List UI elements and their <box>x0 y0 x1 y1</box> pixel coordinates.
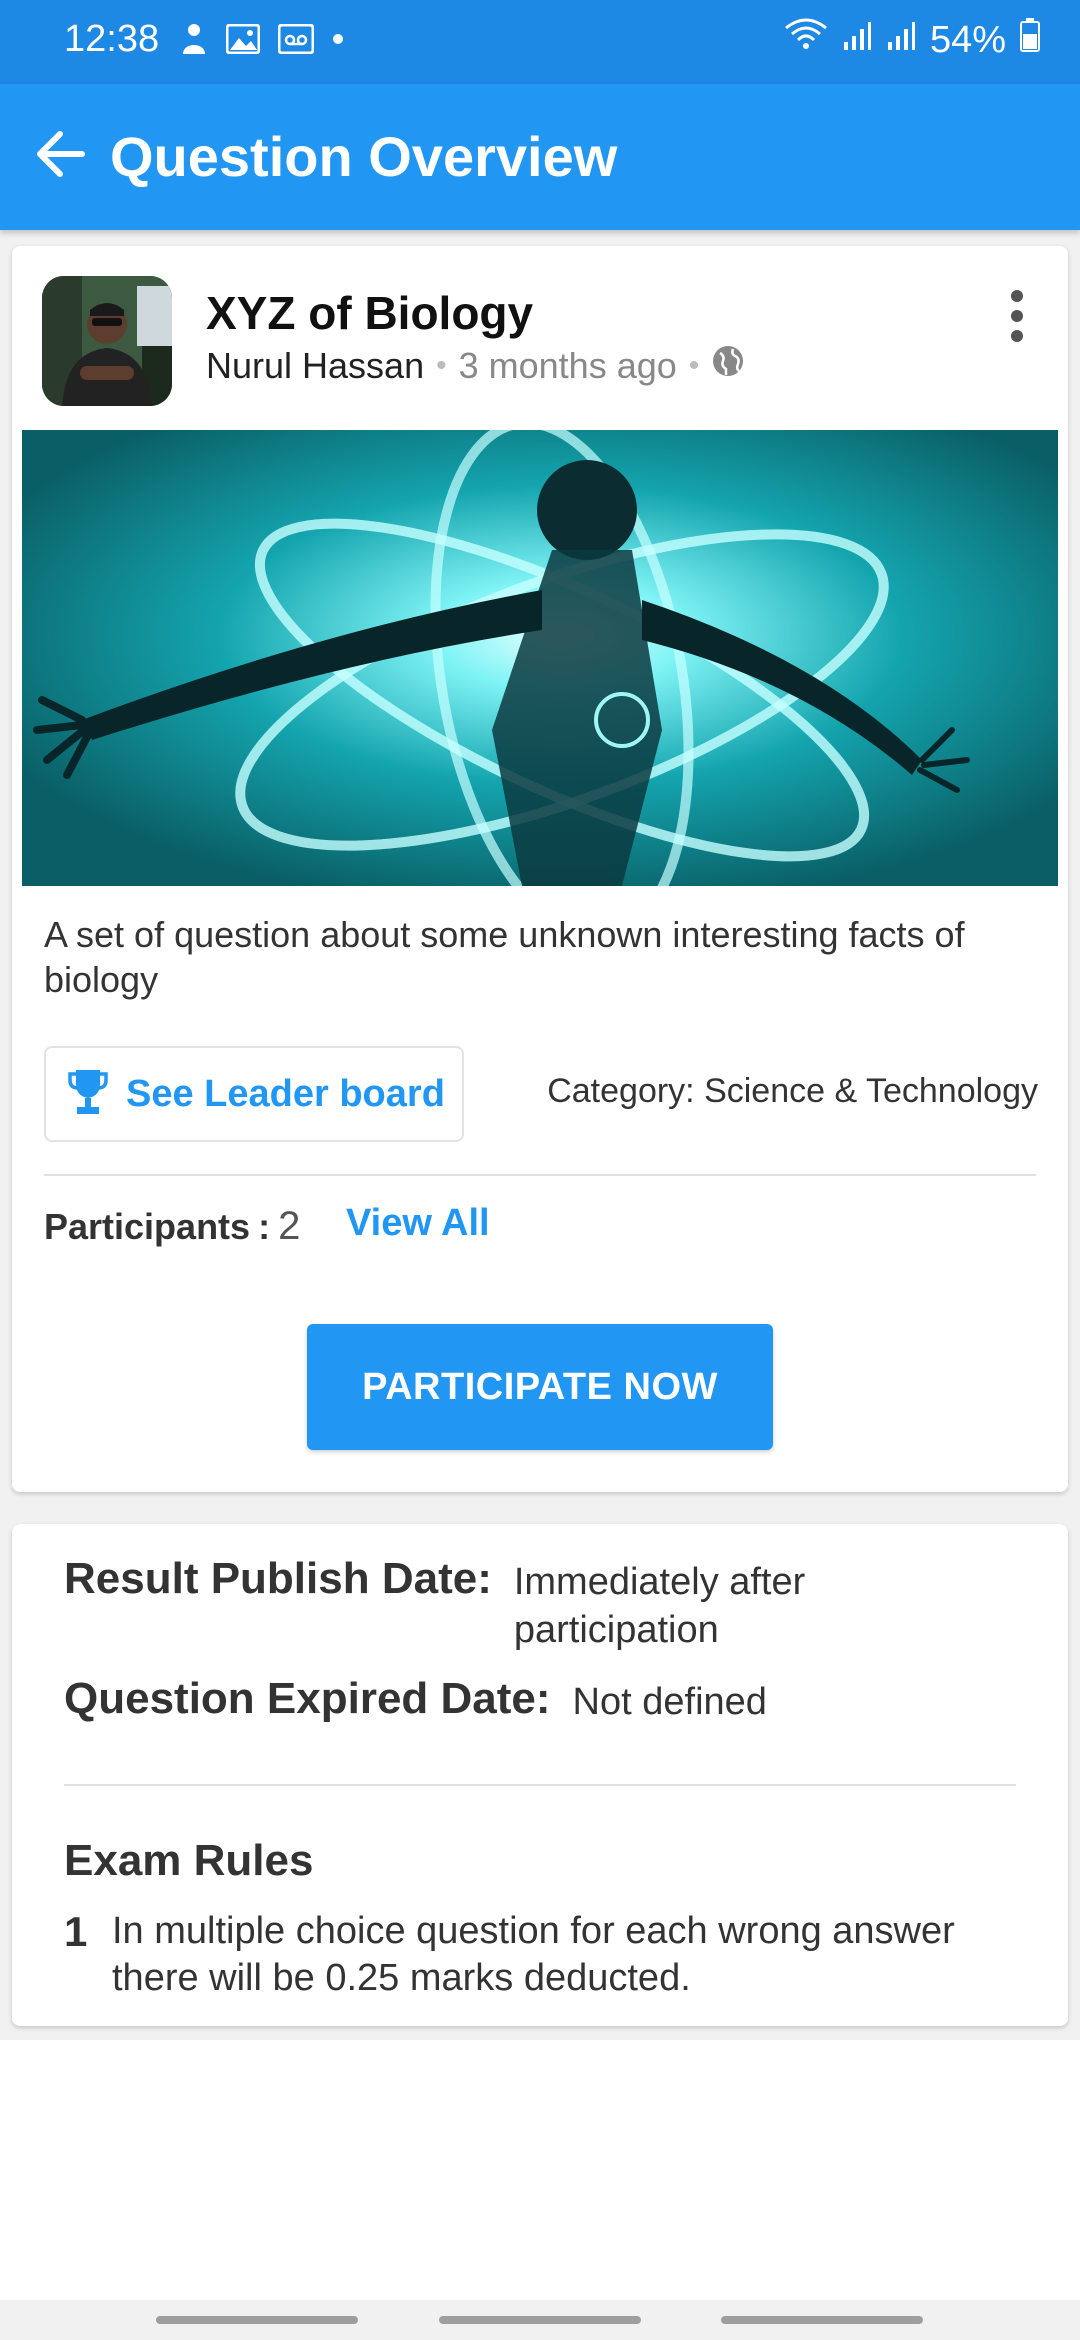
signal-icon <box>886 19 916 62</box>
expired-date-row: Question Expired Date: Not defined <box>64 1674 767 1726</box>
status-bar: 12:38 54% <box>0 0 1080 84</box>
back-button[interactable] <box>24 120 96 192</box>
divider <box>64 1784 1016 1786</box>
person-icon <box>180 22 208 56</box>
view-all-link[interactable]: View All <box>346 1202 490 1245</box>
page-title: Question Overview <box>110 125 618 188</box>
notification-icons <box>180 22 344 56</box>
expired-date-label: Question Expired Date: <box>64 1674 551 1723</box>
image-icon <box>226 24 260 54</box>
participants-label: Participants <box>44 1205 251 1247</box>
post-description: A set of question about some unknown int… <box>44 914 965 1000</box>
participate-button[interactable]: PARTICIPATE NOW <box>307 1324 773 1450</box>
participants-count: 2 <box>278 1204 301 1248</box>
system-icons: 54% <box>784 18 1040 62</box>
expired-date-value: Not defined <box>572 1681 767 1723</box>
post-title: XYZ of Biology <box>206 287 534 339</box>
app-bar: Question Overview <box>0 84 1080 230</box>
voicemail-icon <box>278 24 314 54</box>
trophy-icon <box>68 1068 108 1121</box>
battery-icon <box>1020 18 1040 62</box>
participants-info: Participants : 2 <box>44 1204 300 1249</box>
question-card: XYZ of Biology Nurul Hassan • 3 months a… <box>12 246 1068 1492</box>
signal-icon <box>842 19 872 62</box>
leaderboard-button[interactable]: See Leader board <box>44 1046 464 1142</box>
dot-icon <box>332 33 344 45</box>
gesture-nav-bar <box>0 2300 1080 2340</box>
details-card: Result Publish Date: Immediately after p… <box>12 1524 1068 2026</box>
divider <box>44 1174 1036 1176</box>
participants-separator: : <box>258 1205 271 1247</box>
rule-number: 1 <box>64 1908 88 1955</box>
battery-percent: 54% <box>929 18 1006 61</box>
arrow-left-icon <box>34 130 86 183</box>
hero-image <box>22 430 1058 886</box>
status-time: 12:38 <box>64 18 160 60</box>
post-time: 3 months ago <box>458 344 677 386</box>
nav-recents-handle[interactable] <box>156 2316 358 2324</box>
result-publish-label: Result Publish Date: <box>64 1554 492 1603</box>
wifi-icon <box>784 18 828 62</box>
separator-dot: • <box>436 348 447 382</box>
rule-text: In multiple choice question for each wro… <box>112 1910 955 1999</box>
category-label: Category: Science & Technology <box>547 1072 1038 1110</box>
globe-icon <box>711 344 745 387</box>
nav-home-handle[interactable] <box>439 2316 641 2324</box>
nav-back-handle[interactable] <box>721 2316 923 2324</box>
more-vert-icon[interactable] <box>1002 286 1032 346</box>
rule-item: 1 In multiple choice question for each w… <box>64 1908 1032 2002</box>
result-publish-value: Immediately after participation <box>513 1561 806 1651</box>
result-publish-row: Result Publish Date: Immediately after p… <box>64 1554 874 1654</box>
author-name[interactable]: Nurul Hassan <box>206 345 424 387</box>
separator-dot: • <box>688 348 700 382</box>
post-meta: Nurul Hassan • 3 months ago • <box>206 344 745 387</box>
empty-area <box>0 2040 1080 2300</box>
avatar[interactable] <box>42 276 172 406</box>
exam-rules-title: Exam Rules <box>64 1836 314 1885</box>
leaderboard-label: See Leader board <box>126 1072 445 1115</box>
